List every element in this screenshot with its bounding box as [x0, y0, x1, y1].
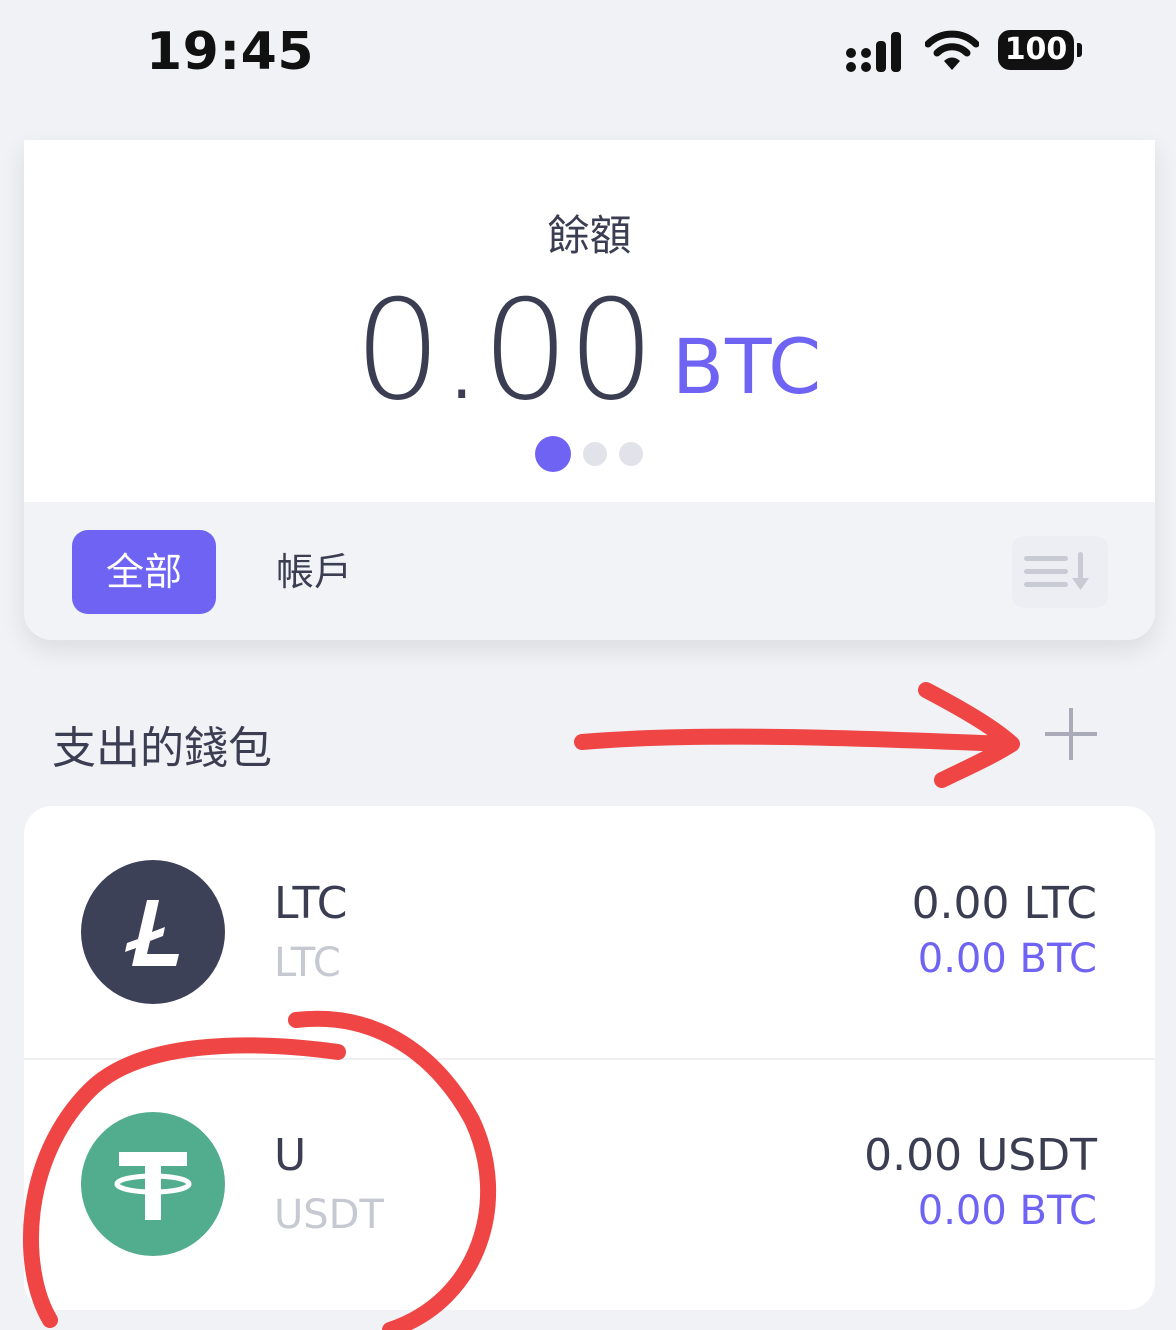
status-bar: 19:45 100 — [0, 0, 1176, 110]
wallet-amount: 0.00 LTC — [911, 878, 1097, 929]
wallet-list: LTC LTC 0.00 LTC 0.00 BTC U USDT 0.00 US… — [24, 806, 1155, 1310]
wifi-icon — [925, 30, 979, 70]
add-wallet-button[interactable] — [1036, 700, 1106, 770]
wallet-btc-value: 0.00 BTC — [917, 936, 1097, 982]
section-title: 支出的錢包 — [52, 723, 272, 774]
wallet-amount: 0.00 USDT — [864, 1130, 1097, 1181]
page-indicator[interactable] — [535, 436, 655, 476]
sort-icon — [1024, 552, 1089, 590]
tab-all[interactable]: 全部 — [72, 530, 216, 614]
wallet-row-usdt[interactable]: U USDT 0.00 USDT 0.00 BTC — [24, 1058, 1155, 1310]
tab-accounts[interactable]: 帳戶 — [276, 530, 352, 614]
wallet-name: LTC — [274, 878, 348, 929]
balance-unit: BTC — [672, 322, 823, 411]
battery-tip — [1077, 43, 1082, 57]
balance-label: 餘額 — [547, 211, 632, 260]
balance-amount: 0.00 — [354, 270, 655, 431]
sort-button[interactable] — [1012, 536, 1108, 608]
wallet-btc-value: 0.00 BTC — [917, 1188, 1097, 1234]
plus-icon — [1045, 708, 1097, 760]
page-dot-2[interactable] — [583, 442, 607, 466]
status-time: 19:45 — [146, 22, 315, 82]
page-dot-1[interactable] — [535, 436, 571, 472]
tether-icon — [81, 1112, 225, 1256]
wallet-row-ltc[interactable]: LTC LTC 0.00 LTC 0.00 BTC — [24, 806, 1155, 1060]
wallet-symbol: LTC — [274, 940, 341, 986]
wallet-symbol: USDT — [274, 1192, 384, 1238]
wallet-name: U — [274, 1130, 307, 1181]
battery-level: 100 — [998, 30, 1074, 70]
page-dot-3[interactable] — [619, 442, 643, 466]
filter-bar: 全部 帳戶 — [24, 502, 1155, 640]
litecoin-icon — [81, 860, 225, 1004]
red-arrowhead-annotation — [918, 682, 1020, 788]
red-arrow-annotation — [574, 728, 1016, 752]
cellular-signal-icon — [846, 32, 901, 72]
battery-indicator: 100 — [998, 30, 1084, 72]
balance-card[interactable]: 餘額 0.00 BTC 全部 帳戶 — [24, 140, 1155, 640]
